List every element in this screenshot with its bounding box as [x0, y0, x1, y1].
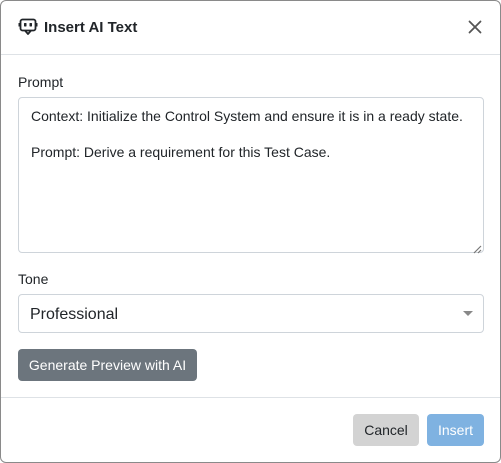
close-icon: [468, 20, 482, 34]
tone-label: Tone: [18, 271, 49, 287]
prompt-label: Prompt: [18, 74, 64, 90]
dialog-footer: [1, 397, 500, 462]
dialog-title: Insert AI Text: [44, 19, 138, 36]
chevron-down-icon: [463, 311, 473, 316]
close-button[interactable]: [465, 17, 485, 37]
resize-handle-icon[interactable]: [472, 241, 482, 254]
cancel-button[interactable]: Cancel: [353, 414, 419, 446]
tone-select[interactable]: Professional: [18, 294, 484, 333]
dialog-header: Insert AI Text: [1, 1, 500, 55]
prompt-textarea[interactable]: Context: Initialize the Control System a…: [18, 97, 484, 253]
insert-ai-text-dialog: Insert AI Text Prompt Context: Initializ…: [0, 0, 501, 463]
generate-preview-button[interactable]: Generate Preview with AI: [18, 349, 197, 381]
tone-selected-value: Professional: [30, 306, 119, 323]
insert-button[interactable]: Insert: [427, 414, 484, 446]
ai-chat-icon: [18, 17, 38, 37]
